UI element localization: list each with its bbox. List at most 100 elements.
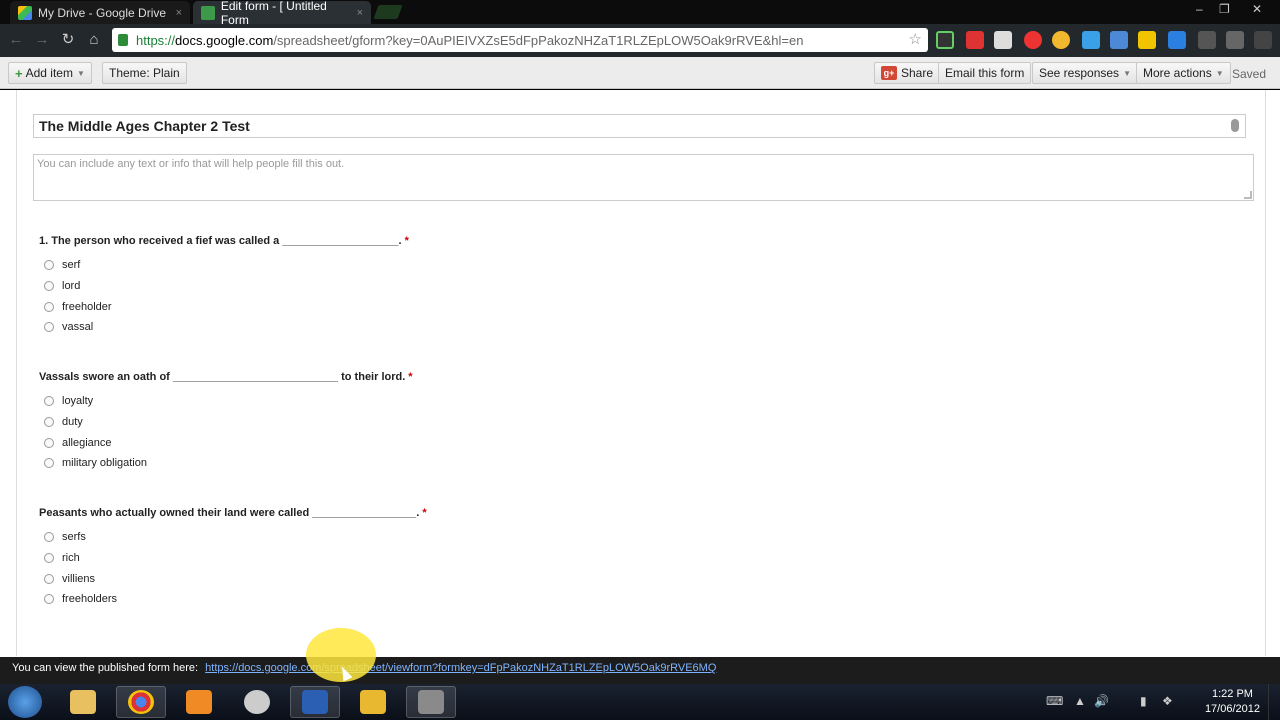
- windows-start-icon[interactable]: [8, 686, 42, 718]
- see-responses-button[interactable]: See responses ▼: [1032, 62, 1138, 84]
- tab-close-icon[interactable]: ×: [176, 7, 182, 19]
- add-item-button[interactable]: + Add item ▼: [8, 62, 92, 84]
- option-label: lord: [62, 280, 81, 293]
- bookmark-star-icon[interactable]: ☆: [909, 30, 922, 48]
- option-rich[interactable]: rich: [39, 548, 427, 569]
- theme-button[interactable]: Theme: Plain: [102, 62, 187, 84]
- option-label: vassal: [62, 321, 94, 334]
- theme-label: Theme: Plain: [109, 66, 180, 80]
- question-1[interactable]: 1. The person who received a fief was ca…: [39, 235, 409, 338]
- taskbar-media-player[interactable]: [174, 686, 224, 718]
- radio-icon[interactable]: [44, 281, 54, 292]
- taskbar-chrome[interactable]: [116, 686, 166, 718]
- extension-lastpass-icon[interactable]: [1024, 31, 1042, 49]
- wrench-icon[interactable]: [1254, 31, 1272, 49]
- form-description-input[interactable]: You can include any text or info that wi…: [33, 154, 1254, 201]
- radio-icon[interactable]: [44, 417, 54, 428]
- question-text: 1. The person who received a fief was ca…: [39, 235, 402, 247]
- option-label: loyalty: [62, 395, 94, 408]
- microphone-icon[interactable]: [1231, 119, 1239, 132]
- form-title-input[interactable]: The Middle Ages Chapter 2 Test: [33, 114, 1246, 138]
- url-path: /spreadsheet/gform?key=0AuPIEIVXZsE5dFpP…: [273, 32, 804, 48]
- browser-toolbar: ← → ↻ ⌂ https:// docs.google.com /spread…: [0, 24, 1280, 57]
- radio-icon[interactable]: [44, 532, 54, 543]
- taskbar-mail[interactable]: [348, 686, 398, 718]
- option-freeholders[interactable]: freeholders: [39, 589, 427, 610]
- question-2[interactable]: Vassals swore an oath of _______________…: [39, 371, 413, 474]
- tab-edit-form[interactable]: Edit form - [ Untitled Form ×: [193, 0, 371, 27]
- chevron-down-icon: ▼: [1215, 68, 1224, 78]
- keyboard-tray-icon[interactable]: ⌨: [1046, 694, 1063, 708]
- option-serfs[interactable]: serfs: [39, 527, 427, 548]
- show-hidden-icons-icon[interactable]: ▲: [1074, 694, 1086, 708]
- reload-icon[interactable]: ↻: [58, 30, 78, 50]
- form-title: The Middle Ages Chapter 2 Test: [39, 118, 250, 134]
- option-serf[interactable]: serf: [39, 255, 409, 276]
- window-close-icon[interactable]: ✕: [1252, 2, 1262, 16]
- question-title: Peasants who actually owned their land w…: [39, 507, 427, 527]
- network-icon[interactable]: ▮: [1140, 694, 1147, 708]
- option-label: freeholders: [62, 593, 118, 606]
- more-actions-button[interactable]: More actions ▼: [1136, 62, 1231, 84]
- option-military-obligation[interactable]: military obligation: [39, 453, 413, 474]
- radio-icon[interactable]: [44, 260, 54, 271]
- extension-globe-icon[interactable]: [1110, 31, 1128, 49]
- tab-my-drive[interactable]: My Drive - Google Drive ×: [10, 1, 190, 24]
- required-marker: *: [422, 507, 427, 519]
- forward-icon[interactable]: →: [32, 30, 52, 50]
- resize-handle-icon[interactable]: [1244, 191, 1252, 199]
- home-icon[interactable]: ⌂: [84, 30, 104, 50]
- taskbar-word[interactable]: [290, 686, 340, 718]
- question-3[interactable]: Peasants who actually owned their land w…: [39, 507, 427, 610]
- taskbar-clock-app[interactable]: [232, 686, 282, 718]
- taskbar-clock[interactable]: 1:22 PM 17/06/2012: [1205, 687, 1260, 717]
- option-label: duty: [62, 416, 83, 429]
- back-icon[interactable]: ←: [6, 30, 26, 50]
- radio-icon[interactable]: [44, 458, 54, 469]
- option-lord[interactable]: lord: [39, 276, 409, 297]
- address-bar[interactable]: https:// docs.google.com /spreadsheet/gf…: [112, 28, 928, 52]
- question-title: Vassals swore an oath of _______________…: [39, 371, 413, 391]
- show-desktop-button[interactable]: [1268, 684, 1280, 720]
- radio-icon[interactable]: [44, 573, 54, 584]
- radio-icon[interactable]: [44, 322, 54, 333]
- lock-icon: [118, 34, 128, 46]
- extension-arrow-icon[interactable]: [1138, 31, 1156, 49]
- option-freeholder[interactable]: freeholder: [39, 296, 409, 317]
- extension-book-icon[interactable]: [994, 31, 1012, 49]
- restore-icon[interactable]: ❐: [1219, 2, 1230, 16]
- extension-gray-icon[interactable]: [1198, 31, 1216, 49]
- option-vassal[interactable]: vassal: [39, 317, 409, 338]
- option-villiens[interactable]: villiens: [39, 568, 427, 589]
- taskbar-explorer[interactable]: [58, 686, 108, 718]
- extension-c-icon[interactable]: [966, 31, 984, 49]
- share-label: Share: [901, 66, 934, 80]
- option-loyalty[interactable]: loyalty: [39, 391, 413, 412]
- radio-icon[interactable]: [44, 396, 54, 407]
- published-form-link[interactable]: https://docs.google.com/spreadsheet/view…: [205, 662, 716, 674]
- required-marker: *: [408, 371, 413, 383]
- new-tab-button[interactable]: [373, 5, 403, 19]
- security-tray-icon[interactable]: ❖: [1162, 694, 1173, 708]
- radio-icon[interactable]: [44, 594, 54, 605]
- radio-icon[interactable]: [44, 437, 54, 448]
- radio-icon[interactable]: [44, 301, 54, 312]
- share-button[interactable]: g+ Share: [874, 62, 941, 84]
- option-label: freeholder: [62, 300, 112, 313]
- extension-d-icon[interactable]: [1168, 31, 1186, 49]
- radio-icon[interactable]: [44, 553, 54, 564]
- taskbar-window[interactable]: [406, 686, 456, 718]
- extension-cookie-icon[interactable]: [1052, 31, 1070, 49]
- extension-chart-icon[interactable]: [936, 31, 954, 49]
- published-form-bar: You can view the published form here: ht…: [0, 657, 1280, 684]
- extension-page-icon[interactable]: [1226, 31, 1244, 49]
- volume-icon[interactable]: 🔊: [1094, 694, 1109, 708]
- option-duty[interactable]: duty: [39, 412, 413, 433]
- chevron-down-icon: ▼: [76, 68, 85, 78]
- email-form-button[interactable]: Email this form: [938, 62, 1032, 84]
- mail-icon: [360, 690, 386, 714]
- option-allegiance[interactable]: allegiance: [39, 432, 413, 453]
- extension-pin-icon[interactable]: [1082, 31, 1100, 49]
- minimize-icon[interactable]: –: [1196, 2, 1203, 16]
- tab-close-icon[interactable]: ×: [357, 7, 363, 19]
